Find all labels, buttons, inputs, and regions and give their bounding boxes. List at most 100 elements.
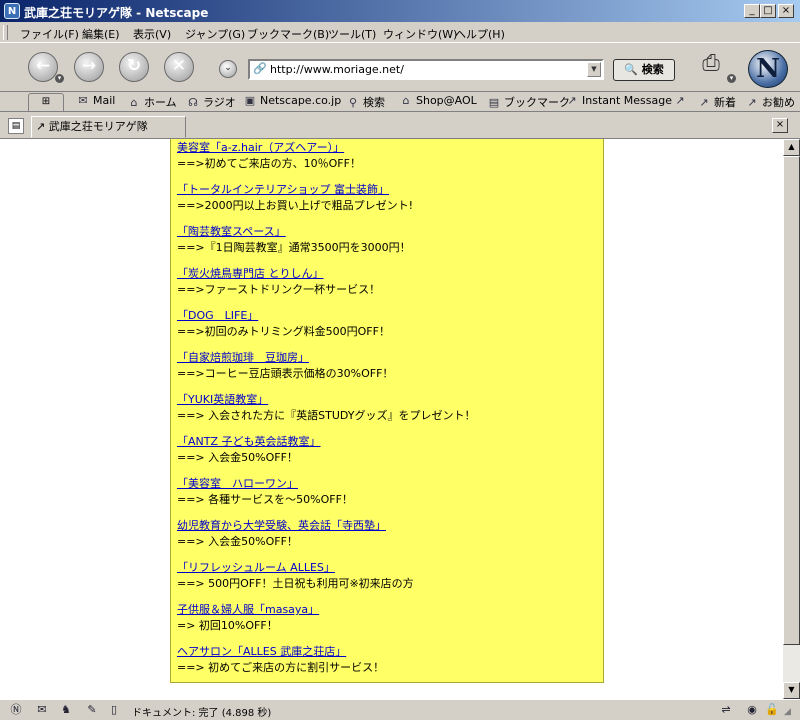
url-bar[interactable]: 🔗 ▼ — [248, 59, 604, 80]
address-book-icon[interactable]: ▯ — [106, 703, 122, 717]
stop-icon: ✕ — [171, 56, 187, 76]
link-icon: ↗ — [567, 94, 577, 107]
shop-link[interactable]: 子供服＆婦人服「masaya」 — [177, 602, 319, 618]
status-bar: Ⓝ ✉ ♞ ✎ ▯ ドキュメント: 完了 (4.898 秒) ⇌ ◉ 🔓 ◢ — [0, 699, 800, 720]
menu-bar: ファイル(F) 編集(E) 表示(V) ジャンプ(G) ブックマーク(B) ツー… — [0, 22, 800, 42]
list-item: 「炭火焼鳥専門店 とりしん」 ==>ファーストドリンク一杯サービス！ — [177, 266, 380, 298]
list-item: 「陶芸教室スペース」 ==>『1日陶芸教室』通常3500円を3000円！ — [177, 224, 411, 256]
maximize-button[interactable]: □ — [760, 4, 776, 18]
toolbar-item-recommend[interactable]: ↗ お勧め — [745, 94, 795, 110]
scroll-thumb[interactable] — [783, 156, 800, 645]
menu-edit[interactable]: 編集(E) — [82, 26, 120, 42]
toolbar-item-netscape[interactable]: ▣ Netscape.co.jp — [243, 94, 341, 107]
url-dropdown-button[interactable]: ▼ — [587, 62, 601, 77]
lock-icon[interactable]: 🔓 — [764, 703, 780, 717]
reload-icon: ↻ — [126, 56, 142, 76]
list-item: 「トータルインテリアショップ 富士装飾」 ==>2000円以上お買い上げで粗品プレ… — [177, 182, 413, 214]
toolbar-grip[interactable] — [3, 25, 8, 40]
page-proxy-icon: 🔗 — [253, 62, 267, 75]
sidebar-tab-icon[interactable]: ⊞ — [28, 93, 64, 111]
toolbar-item-shop-aol[interactable]: ⌂ Shop@AOL — [399, 94, 477, 107]
close-button[interactable]: × — [778, 4, 794, 18]
netscape-my-icon: ▣ — [244, 94, 256, 107]
offer-text: => 初回10%OFF！ — [177, 619, 278, 632]
online-status-icon[interactable]: ⇌ — [718, 703, 734, 717]
reload-button[interactable]: ↻ — [119, 52, 149, 82]
forward-button[interactable]: → — [74, 52, 104, 82]
vertical-scrollbar[interactable]: ▲ ▼ — [783, 139, 800, 699]
shop-link[interactable]: 美容室「a-z.hair（アズヘアー）」 — [177, 140, 361, 156]
shop-link[interactable]: 「リフレッシュルーム ALLES」 — [177, 560, 414, 576]
toolbar-item-new[interactable]: ↗ 新着 — [697, 94, 736, 110]
netscape-n-icon: N — [4, 3, 20, 19]
offer-text: ==>初回のみトリミング料金500円OFF！ — [177, 325, 390, 338]
menu-file[interactable]: ファイル(F) — [20, 26, 79, 42]
search-button[interactable]: 🔍 検索 — [613, 59, 675, 81]
scroll-up-button[interactable]: ▲ — [783, 139, 800, 156]
navigator-icon[interactable]: Ⓝ — [8, 703, 24, 717]
toolbar-item-home[interactable]: ⌂ ホーム — [127, 94, 177, 110]
status-text: ドキュメント: 完了 (4.898 秒) — [132, 708, 272, 719]
resize-grip-icon[interactable]: ◢ — [784, 705, 798, 719]
list-item: 美容室「a-z.hair（アズヘアー）」 ==>初めてご来店の方、10％OFF！ — [177, 140, 361, 172]
shop-link[interactable]: 「陶芸教室スペース」 — [177, 224, 411, 240]
shop-link[interactable]: 「YUKI英語教室」 — [177, 392, 476, 408]
netscape-logo-icon[interactable]: N — [748, 50, 788, 88]
minimize-button[interactable]: _ — [744, 4, 760, 18]
menu-tools[interactable]: ツール(T) — [328, 26, 376, 42]
tab-bar: ▤ ↗ 武庫之荘モリアゲ隊 × — [0, 113, 800, 139]
url-history-dropdown[interactable]: ⌄ — [219, 60, 237, 78]
tab-close-button[interactable]: × — [772, 118, 788, 133]
list-item: 「リフレッシュルーム ALLES」 ==> 500円OFF！土日祝も利用可※初来店… — [177, 560, 414, 592]
forward-arrow-icon: → — [81, 56, 97, 76]
radio-icon: ☊ — [188, 96, 198, 109]
url-input[interactable] — [270, 62, 582, 77]
shop-link[interactable]: 「トータルインテリアショップ 富士装飾」 — [177, 182, 413, 198]
back-history-dropdown[interactable]: ▾ — [55, 74, 64, 83]
toolbar-item-search[interactable]: ⚲ 検索 — [346, 94, 385, 110]
tab-moriage[interactable]: ↗ 武庫之荘モリアゲ隊 — [31, 116, 186, 138]
offer-text: ==>初めてご来店の方、10％OFF！ — [177, 157, 361, 170]
shop-link[interactable]: 「炭火焼鳥専門店 とりしん」 — [177, 266, 380, 282]
shop-link[interactable]: 「DOG LIFE」 — [177, 308, 390, 324]
menu-bookmarks[interactable]: ブックマーク(B) — [247, 26, 329, 42]
scroll-down-button[interactable]: ▼ — [783, 682, 800, 699]
offer-text: ==> 入会金50%OFF！ — [177, 451, 298, 464]
page-content: 美容室「a-z.hair（アズヘアー）」 ==>初めてご来店の方、10％OFF！ … — [0, 139, 783, 699]
title-bar[interactable]: N 武庫之荘モリアゲ隊 - Netscape _ □ × — [0, 0, 800, 22]
search-icon: ⚲ — [348, 96, 358, 109]
back-button[interactable]: ← — [28, 52, 58, 82]
composer-icon[interactable]: ✎ — [84, 703, 100, 717]
offer-text: ==> 初めてご来店の方に割引サービス！ — [177, 661, 385, 674]
list-item: 「美容室 ハローワン」 ==> 各種サービスを～50%OFF！ — [177, 476, 353, 508]
print-icon[interactable]: ⎙ — [697, 51, 725, 77]
shop-link[interactable]: ヘアサロン「ALLES 武庫之荘店」 — [177, 644, 384, 660]
mail-icon: ✉ — [78, 94, 88, 107]
menu-window[interactable]: ウィンドウ(W) — [383, 26, 457, 42]
shop-link[interactable]: 「自家焙煎珈琲 豆珈房」 — [177, 350, 393, 366]
aim-icon[interactable]: ♞ — [58, 703, 74, 717]
print-dropdown[interactable]: ▾ — [727, 74, 736, 83]
toolbar-item-bookmarks[interactable]: ▤ ブックマーク — [487, 94, 570, 110]
offer-text: ==> 500円OFF！土日祝も利用可※初来店の方 — [177, 577, 414, 590]
magnifier-icon: 🔍 — [624, 63, 638, 76]
menu-help[interactable]: ヘルプ(H) — [455, 26, 505, 42]
shop-link[interactable]: 幼児教育から大学受験、英会話「寺西塾」 — [177, 518, 386, 534]
menu-view[interactable]: 表示(V) — [133, 26, 171, 42]
back-arrow-icon: ← — [35, 56, 51, 76]
mail-icon[interactable]: ✉ — [34, 703, 50, 717]
list-item: 子供服＆婦人服「masaya」 => 初回10%OFF！ — [177, 602, 319, 634]
toolbar-item-radio[interactable]: ☊ ラジオ — [186, 94, 236, 110]
shop-link[interactable]: 「美容室 ハローワン」 — [177, 476, 353, 492]
offer-text: ==>2000円以上お買い上げで粗品プレゼント! — [177, 199, 414, 212]
toolbar-item-instant-message[interactable]: ↗ Instant Message — [565, 94, 672, 107]
new-tab-icon[interactable]: ▤ — [8, 118, 24, 134]
link-icon: ↗ — [675, 94, 685, 107]
list-item: 「自家焙煎珈琲 豆珈房」 ==>コーヒー豆店頭表示価格の30%OFF！ — [177, 350, 393, 382]
security-icon[interactable]: ◉ — [744, 703, 760, 717]
menu-go[interactable]: ジャンプ(G) — [185, 26, 245, 42]
toolbar-item-mail[interactable]: ✉ Mail — [76, 94, 115, 107]
stop-button[interactable]: ✕ — [164, 52, 194, 82]
toolbar-item-link[interactable]: ↗ — [673, 94, 690, 107]
shop-link[interactable]: 「ANTZ 子ども英会話教室」 — [177, 434, 321, 450]
